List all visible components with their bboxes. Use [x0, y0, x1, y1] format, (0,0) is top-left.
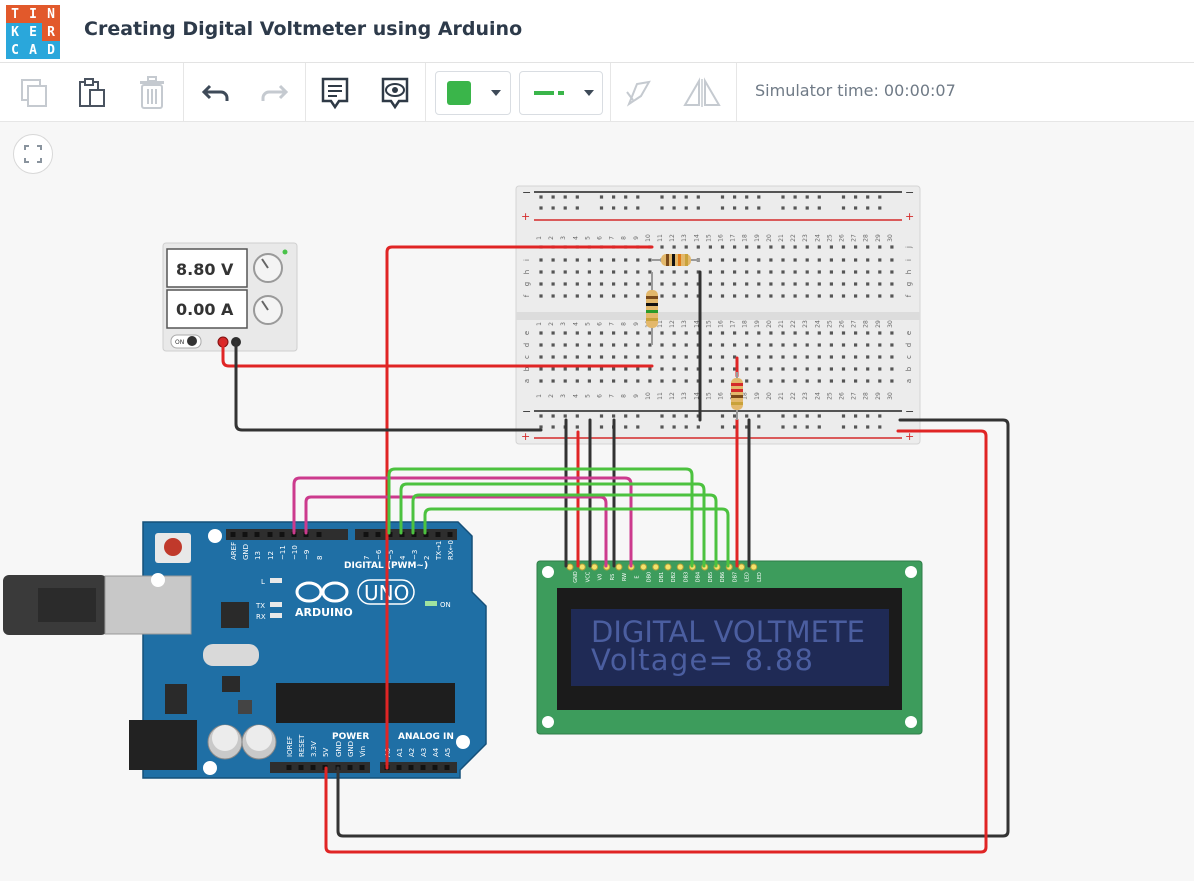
logo-letter: I — [24, 5, 42, 23]
logo-letter: R — [42, 23, 60, 41]
logo-letter: D — [42, 41, 60, 59]
app-header: TINKERCAD Creating Digital Voltmeter usi… — [0, 0, 1194, 63]
logo-letter: A — [24, 41, 42, 59]
chevron-down-icon — [491, 90, 501, 96]
line-style-dropdown[interactable] — [519, 71, 603, 115]
chevron-down-icon — [584, 90, 594, 96]
paste-icon — [79, 78, 105, 107]
notes-icon — [321, 77, 349, 110]
rotate-button[interactable] — [618, 73, 658, 113]
logo-letter: E — [24, 23, 42, 41]
undo-button[interactable] — [196, 73, 236, 113]
mirror-icon — [683, 77, 721, 107]
logo-letter: N — [42, 5, 60, 23]
mirror-button[interactable] — [680, 73, 724, 113]
undo-icon — [201, 84, 229, 101]
redo-icon — [261, 84, 289, 101]
toolbar-divider — [425, 63, 426, 121]
toolbar-divider — [610, 63, 611, 121]
delete-button[interactable] — [132, 73, 172, 113]
fit-view-icon — [24, 145, 42, 163]
copy-button[interactable] — [14, 73, 54, 113]
logo-letter: K — [6, 23, 24, 41]
redo-button[interactable] — [254, 73, 294, 113]
logo-letter: T — [6, 5, 24, 23]
wire-style-icon — [534, 91, 564, 95]
toolbar: Simulator time: 00:00:07 — [0, 63, 1194, 122]
toolbar-divider — [183, 63, 184, 121]
toolbar-divider — [305, 63, 306, 121]
project-title[interactable]: Creating Digital Voltmeter using Arduino — [84, 18, 522, 40]
view-notes-button[interactable] — [375, 73, 415, 113]
zoom-to-fit-button[interactable] — [13, 134, 53, 174]
fill-color-dropdown[interactable] — [435, 71, 511, 115]
notes-button[interactable] — [315, 73, 355, 113]
paste-button[interactable] — [72, 73, 112, 113]
circuit-canvas[interactable] — [0, 122, 1194, 881]
toolbar-divider — [736, 63, 737, 121]
tinkercad-logo[interactable]: TINKERCAD — [6, 5, 60, 59]
trash-icon — [140, 76, 164, 109]
rotate-icon — [626, 80, 651, 107]
copy-icon — [21, 79, 47, 107]
fill-color-swatch — [447, 81, 471, 105]
eye-icon — [381, 77, 409, 110]
simulator-time: Simulator time: 00:00:07 — [755, 81, 956, 100]
logo-letter: C — [6, 41, 24, 59]
